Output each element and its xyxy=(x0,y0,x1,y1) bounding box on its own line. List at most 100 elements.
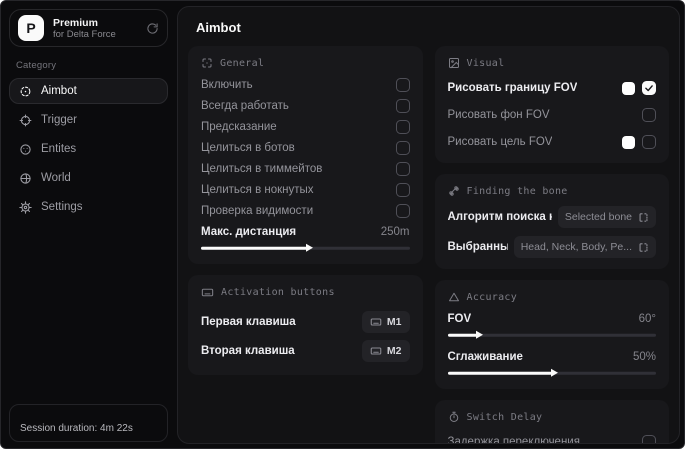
fov-slider[interactable] xyxy=(447,330,656,340)
plan-subtitle: for Delta Force xyxy=(53,28,116,40)
sidebar-item-entites[interactable]: Entites xyxy=(9,136,168,162)
sidebar-item-settings[interactable]: Settings xyxy=(9,194,168,220)
toggle-label: Целиться в ботов xyxy=(201,142,295,154)
crosshair-icon xyxy=(19,114,32,127)
sidebar-item-trigger[interactable]: Trigger xyxy=(9,107,168,133)
smoothing-slider[interactable] xyxy=(447,368,656,378)
gear-icon xyxy=(19,200,32,214)
visual-card: Visual Рисовать границу FOV Рисовать фон… xyxy=(434,46,669,163)
first-key-label: Первая клавиша xyxy=(201,315,296,328)
toggle-label: Целиться в нокнутых xyxy=(201,184,314,196)
aim-teammates-checkbox[interactable] xyxy=(395,162,410,176)
slider-thumb[interactable] xyxy=(550,369,558,377)
enable-checkbox[interactable] xyxy=(395,78,410,92)
switch-delay-card: Switch Delay Задержка переключения Задер… xyxy=(434,400,669,444)
max-distance-label: Макс. дистанция xyxy=(201,226,297,238)
fov-target-checkbox[interactable] xyxy=(642,135,656,149)
sidebar-item-label: World xyxy=(41,172,71,184)
card-header-label: Activation buttons xyxy=(221,287,335,298)
keybind-value: M2 xyxy=(386,344,402,357)
sidebar-item-label: Aimbot xyxy=(41,85,77,97)
fov-border-label: Рисовать границу FOV xyxy=(447,82,578,94)
fov-border-color-swatch[interactable] xyxy=(622,81,635,95)
main-panel: Aimbot General Включить Всегда работать … xyxy=(177,6,680,444)
toggle-label: Проверка видимости xyxy=(201,205,314,217)
always-work-checkbox[interactable] xyxy=(395,99,410,113)
prediction-checkbox[interactable] xyxy=(395,120,410,134)
sidebar-item-label: Entites xyxy=(41,143,77,155)
card-header-label: Accuracy xyxy=(466,291,518,303)
stopwatch-icon xyxy=(448,411,460,423)
slider-thumb[interactable] xyxy=(475,331,483,339)
fov-border-checkbox[interactable] xyxy=(642,81,656,95)
max-distance-slider[interactable] xyxy=(201,243,410,253)
check-icon xyxy=(645,85,653,92)
plan-title: Premium xyxy=(53,16,98,29)
card-header-label: Finding the bone xyxy=(466,185,568,197)
account-card[interactable]: P Premium for Delta Force xyxy=(9,9,168,47)
sidebar-item-label: Settings xyxy=(41,201,83,213)
card-header-label: General xyxy=(220,57,265,69)
globe-icon xyxy=(19,172,32,185)
sidebar-item-label: Trigger xyxy=(41,114,77,126)
first-keybind-button[interactable]: M1 xyxy=(361,310,410,333)
switch-delay-checkbox[interactable] xyxy=(642,435,656,443)
bone-icon xyxy=(448,185,460,197)
session-duration-card: Session duration: 4m 22s xyxy=(9,404,168,442)
fov-background-label: Рисовать фон FOV xyxy=(447,109,550,121)
right-column: Visual Рисовать границу FOV Рисовать фон… xyxy=(434,46,669,444)
card-header-label: Visual xyxy=(466,57,505,69)
aim-knocked-checkbox[interactable] xyxy=(395,183,410,197)
smoothing-slider-label: Сглаживание xyxy=(447,351,523,363)
visibility-check-checkbox[interactable] xyxy=(395,204,410,218)
image-icon xyxy=(448,57,460,69)
max-distance-value: 250m xyxy=(380,226,410,238)
sidebar-item-world[interactable]: World xyxy=(9,165,168,191)
sidebar: P Premium for Delta Force Category Aimbo… xyxy=(1,1,176,448)
category-label: Category xyxy=(16,60,57,71)
page-title: Aimbot xyxy=(196,20,241,35)
accuracy-card: Accuracy FOV 60° Сглаживание 50% xyxy=(434,280,669,389)
selected-value: Head, Neck, Body, Pe... xyxy=(520,241,632,253)
toggle-label: Всегда работать xyxy=(201,100,289,112)
app-logo: P xyxy=(18,15,44,41)
bone-algorithm-label: Алгоритм поиска костей xyxy=(447,211,552,223)
app-window: P Premium for Delta Force Category Aimbo… xyxy=(0,0,685,449)
brackets-icon xyxy=(639,212,648,222)
fov-slider-label: FOV xyxy=(447,313,472,325)
second-key-label: Вторая клавиша xyxy=(201,344,295,357)
card-header-label: Switch Delay xyxy=(466,411,543,423)
smoothing-slider-value: 50% xyxy=(632,351,656,363)
bone-algorithm-select[interactable]: Selected bone xyxy=(557,206,656,228)
selected-bones-select[interactable]: Head, Neck, Body, Pe... xyxy=(513,236,656,258)
keyboard-icon xyxy=(370,317,382,326)
triangle-icon xyxy=(448,291,460,303)
left-column: General Включить Всегда работать Предска… xyxy=(188,46,423,443)
selected-bones-label: Выбранные кости xyxy=(447,241,508,253)
second-keybind-button[interactable]: M2 xyxy=(361,339,410,362)
crosshair-dashed-icon xyxy=(19,85,32,98)
sidebar-item-aimbot[interactable]: Aimbot xyxy=(9,78,168,104)
keyboard-icon xyxy=(370,346,382,355)
keyboard-icon xyxy=(201,286,214,299)
selected-value: Selected bone xyxy=(564,211,632,223)
activation-card: Activation buttons Первая клавиша M1 Вто… xyxy=(188,275,423,375)
refresh-icon[interactable] xyxy=(146,22,159,35)
fov-target-color-swatch[interactable] xyxy=(622,135,635,149)
keybind-value: M1 xyxy=(386,315,402,328)
brackets-icon xyxy=(639,242,648,252)
switch-delay-toggle-label: Задержка переключения xyxy=(447,436,580,444)
toggle-label: Предсказание xyxy=(201,121,277,133)
fov-slider-value: 60° xyxy=(638,313,656,325)
toggle-label: Целиться в тиммейтов xyxy=(201,163,323,175)
toggle-label: Включить xyxy=(201,79,253,91)
bone-card: Finding the bone Алгоритм поиска костей … xyxy=(434,174,669,269)
general-card: General Включить Всегда работать Предска… xyxy=(188,46,423,264)
fov-background-checkbox[interactable] xyxy=(642,108,656,122)
radar-dots-icon xyxy=(19,143,32,156)
aim-bots-checkbox[interactable] xyxy=(395,141,410,155)
scan-target-icon xyxy=(201,57,213,69)
fov-target-label: Рисовать цель FOV xyxy=(447,136,553,148)
session-duration-text: Session duration: 4m 22s xyxy=(20,423,133,434)
slider-thumb[interactable] xyxy=(306,244,314,252)
